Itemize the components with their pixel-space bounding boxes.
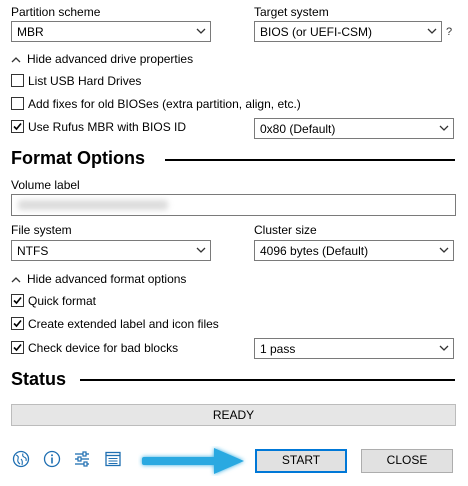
cluster-size-value: 4096 bytes (Default) [260, 244, 369, 258]
close-button-label: CLOSE [386, 453, 428, 467]
help-icon[interactable]: ? [446, 25, 452, 39]
list-usb-checkbox[interactable] [11, 74, 24, 87]
start-button[interactable]: START [255, 449, 347, 473]
checkmark-icon [13, 343, 22, 352]
file-system-value: NTFS [17, 244, 49, 258]
bios-id-value: 0x80 (Default) [260, 122, 336, 136]
old-bios-fixes-checkbox[interactable] [11, 97, 24, 110]
list-usb-label: List USB Hard Drives [28, 74, 142, 88]
start-button-label: START [281, 453, 321, 467]
advanced-drive-toggle-label: Hide advanced drive properties [27, 52, 194, 66]
advanced-format-toggle-label: Hide advanced format options [27, 272, 187, 286]
file-system-dropdown[interactable]: NTFS [11, 240, 211, 261]
passes-value: 1 pass [260, 342, 296, 356]
advanced-drive-toggle[interactable]: Hide advanced drive properties [11, 52, 193, 66]
partition-scheme-dropdown[interactable]: MBR [11, 21, 211, 42]
file-system-label: File system [11, 223, 72, 237]
volume-label-obscured [18, 200, 168, 210]
passes-dropdown[interactable]: 1 pass [254, 338, 454, 359]
rufus-mbr-label: Use Rufus MBR with BIOS ID [28, 120, 187, 134]
status-text: READY [212, 408, 255, 422]
target-system-dropdown[interactable]: BIOS (or UEFI-CSM) [254, 21, 442, 42]
cluster-size-label: Cluster size [254, 223, 317, 237]
quick-format-checkbox[interactable] [11, 294, 24, 307]
cluster-size-dropdown[interactable]: 4096 bytes (Default) [254, 240, 454, 261]
status-title: Status [11, 369, 67, 389]
partition-scheme-label: Partition scheme [11, 5, 101, 19]
format-options-divider [165, 159, 455, 161]
quick-format-label: Quick format [28, 294, 97, 308]
partition-scheme-value: MBR [17, 25, 44, 39]
settings-sliders-icon[interactable] [73, 450, 91, 468]
info-icon[interactable] [43, 450, 61, 468]
status-divider [80, 379, 455, 381]
chevron-up-icon [11, 276, 21, 283]
target-system-label: Target system [254, 5, 329, 19]
extended-label-label: Create extended label and icon files [28, 317, 219, 331]
target-system-value: BIOS (or UEFI-CSM) [260, 25, 373, 39]
bios-id-dropdown[interactable]: 0x80 (Default) [254, 118, 454, 139]
pointer-arrow-icon [142, 448, 244, 474]
bad-blocks-label: Check device for bad blocks [28, 341, 179, 355]
format-options-title: Format Options [11, 148, 145, 168]
log-icon[interactable] [104, 450, 122, 468]
rufus-mbr-checkbox[interactable] [11, 120, 24, 133]
status-bar: READY [11, 404, 456, 426]
old-bios-fixes-label: Add fixes for old BIOSes (extra partitio… [28, 97, 301, 111]
chevron-up-icon [11, 56, 21, 63]
close-button[interactable]: CLOSE [361, 449, 453, 473]
checkmark-icon [13, 122, 22, 131]
extended-label-checkbox[interactable] [11, 317, 24, 330]
advanced-format-toggle[interactable]: Hide advanced format options [11, 272, 186, 286]
bad-blocks-checkbox[interactable] [11, 341, 24, 354]
checkmark-icon [13, 319, 22, 328]
volume-label-label: Volume label [11, 178, 80, 192]
globe-icon[interactable] [12, 450, 30, 468]
volume-label-input[interactable] [11, 194, 456, 216]
checkmark-icon [13, 296, 22, 305]
